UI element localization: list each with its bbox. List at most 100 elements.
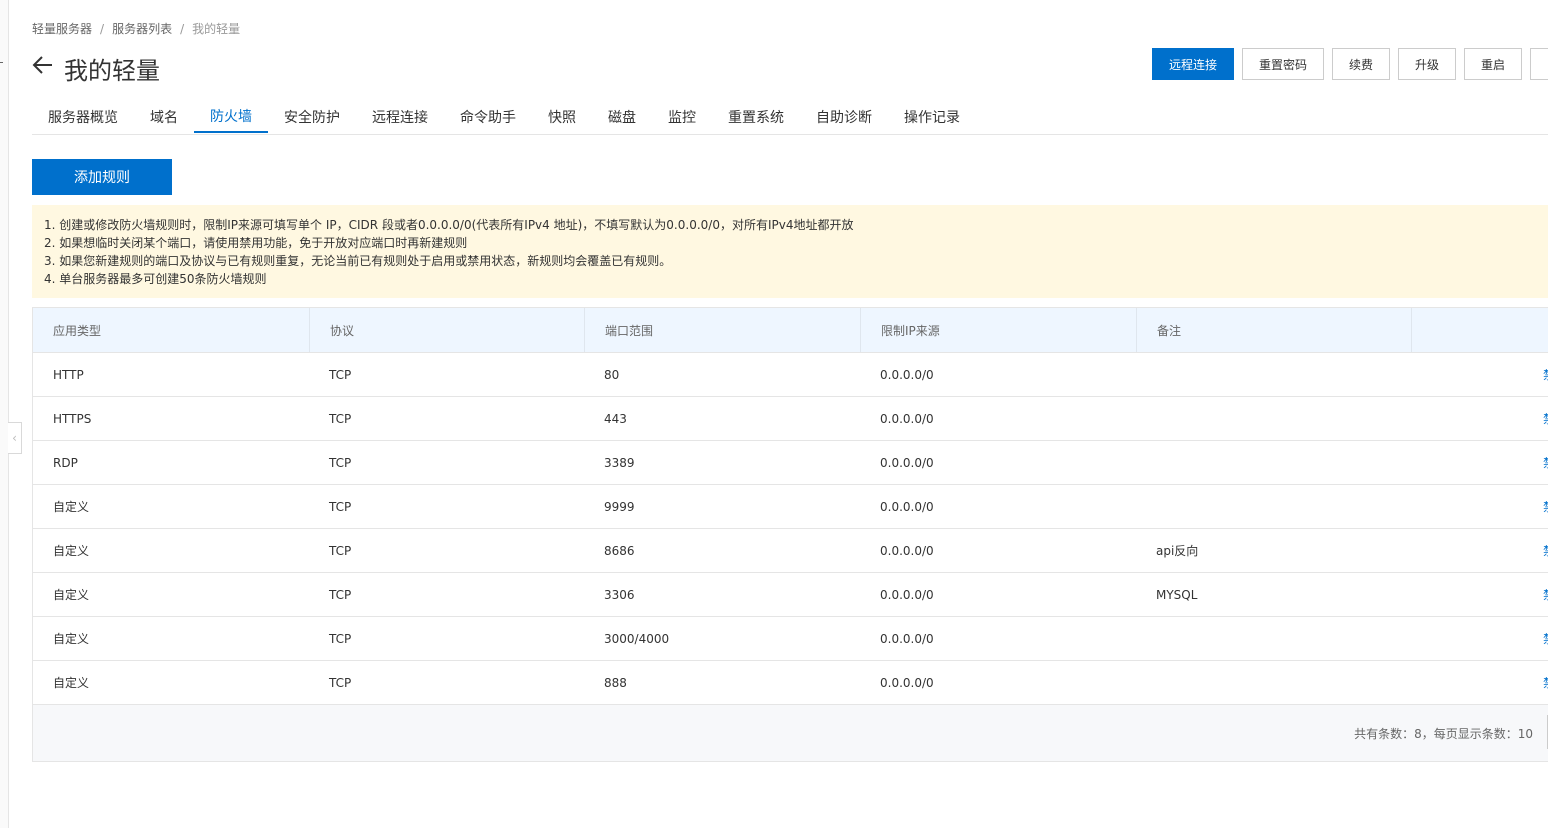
cell-note (1136, 397, 1156, 440)
row-disable-link[interactable]: 禁 (1543, 617, 1548, 660)
breadcrumb-separator: / (100, 22, 105, 36)
cell-app-type: HTTP (53, 367, 84, 382)
column-header-ip-source: 限制IP来源 (860, 308, 1136, 352)
cell-note (1136, 617, 1156, 660)
row-disable-link[interactable]: 禁 (1543, 485, 1548, 528)
cell-app-type: 自定义 (53, 632, 90, 646)
page-title: 我的轻量 (64, 57, 160, 85)
cell-protocol: TCP (329, 499, 352, 514)
remote-connect-button[interactable]: 远程连接 (1152, 48, 1234, 80)
row-disable-link[interactable]: 禁 (1543, 441, 1548, 484)
tab-disk[interactable]: 磁盘 (592, 100, 652, 133)
notice-line: 3. 如果您新建规则的端口及协议与已有规则重复，无论当前已有规则处于启用或禁用状… (44, 254, 672, 268)
column-header-protocol: 协议 (309, 308, 584, 352)
table-row: 自定义 TCP 9999 0.0.0.0/0 禁 (33, 485, 1548, 529)
table-body: HTTP TCP 80 0.0.0.0/0 禁 HTTPS TCP 443 0.0.0.0/0 禁… (33, 353, 1548, 705)
column-header-actions (1411, 308, 1548, 352)
tab-security[interactable]: 安全防护 (268, 100, 356, 133)
row-disable-link[interactable]: 禁 (1543, 397, 1548, 440)
cell-note (1136, 441, 1156, 484)
firewall-rules-table: 应用类型 协议 端口范围 限制IP来源 备注 HTTP TCP 80 0.0.0.0/… (32, 307, 1548, 762)
cell-ip-source: 0.0.0.0/0 (880, 631, 934, 646)
row-disable-link[interactable]: 禁 (1543, 529, 1548, 572)
cell-port-range: 9999 (604, 499, 635, 514)
column-header-note: 备注 (1136, 308, 1411, 352)
cell-port-range: 443 (604, 411, 627, 426)
notice-line: 1. 创建或修改防火墙规则时，限制IP来源可填写单个 IP，CIDR 段或者0.… (44, 218, 854, 232)
row-disable-link[interactable]: 禁 (1543, 573, 1548, 616)
table-row: 自定义 TCP 3000/4000 0.0.0.0/0 禁 (33, 617, 1548, 661)
table-row: 自定义 TCP 3306 0.0.0.0/0 MYSQL 禁 (33, 573, 1548, 617)
table-row: 自定义 TCP 8686 0.0.0.0/0 api反向 禁 (33, 529, 1548, 573)
cell-port-range: 3306 (604, 587, 635, 602)
reset-password-button[interactable]: 重置密码 (1242, 48, 1324, 80)
cell-port-range: 80 (604, 367, 620, 382)
tab-firewall[interactable]: 防火墙 (194, 100, 268, 133)
cell-note (1136, 661, 1156, 704)
cell-app-type: 自定义 (53, 544, 90, 558)
breadcrumb-item-lighthouse[interactable]: 轻量服务器 (32, 22, 92, 36)
renew-button[interactable]: 续费 (1332, 48, 1390, 80)
cell-ip-source: 0.0.0.0/0 (880, 367, 934, 382)
tab-operation-log[interactable]: 操作记录 (888, 100, 976, 133)
table-row: HTTPS TCP 443 0.0.0.0/0 禁 (33, 397, 1548, 441)
tab-bar: 服务器概览 域名 防火墙 安全防护 远程连接 命令助手 快照 磁盘 监控 重置系… (32, 100, 1548, 135)
column-header-port-range: 端口范围 (584, 308, 860, 352)
tab-domain[interactable]: 域名 (134, 100, 194, 133)
cell-note: MYSQL (1156, 587, 1198, 602)
tab-remote-connect[interactable]: 远程连接 (356, 100, 444, 133)
table-row: 自定义 TCP 888 0.0.0.0/0 禁 (33, 661, 1548, 705)
collapse-sidebar-handle[interactable]: ‹ (8, 422, 22, 454)
rail-tick (0, 62, 3, 63)
cell-protocol: TCP (329, 367, 352, 382)
cell-protocol: TCP (329, 675, 352, 690)
cell-ip-source: 0.0.0.0/0 (880, 499, 934, 514)
cell-note (1136, 485, 1156, 528)
table-footer: 共有条数：8，每页显示条数：10 (33, 705, 1548, 762)
tab-reset-system[interactable]: 重置系统 (712, 100, 800, 133)
left-rail (0, 0, 9, 828)
cell-port-range: 8686 (604, 543, 635, 558)
upgrade-button[interactable]: 升级 (1398, 48, 1456, 80)
notice-line: 2. 如果想临时关闭某个端口，请使用禁用功能，免于开放对应端口时再新建规则 (44, 236, 468, 250)
restart-button[interactable]: 重启 (1464, 48, 1522, 80)
table-header: 应用类型 协议 端口范围 限制IP来源 备注 (33, 308, 1548, 353)
cell-app-type: HTTPS (53, 411, 92, 426)
cell-app-type: RDP (53, 455, 78, 470)
notice-line: 4. 单台服务器最多可创建50条防火墙规则 (44, 272, 267, 286)
pagination-summary: 共有条数：8，每页显示条数：10 (1354, 726, 1533, 741)
cell-protocol: TCP (329, 411, 352, 426)
more-button[interactable] (1530, 48, 1548, 80)
row-disable-link[interactable]: 禁 (1543, 661, 1548, 704)
tab-command-assistant[interactable]: 命令助手 (444, 100, 532, 133)
table-row: RDP TCP 3389 0.0.0.0/0 禁 (33, 441, 1548, 485)
breadcrumb-item-server-list[interactable]: 服务器列表 (112, 22, 172, 36)
firewall-notice: 1. 创建或修改防火墙规则时，限制IP来源可填写单个 IP，CIDR 段或者0.… (32, 205, 1548, 298)
tab-monitoring[interactable]: 监控 (652, 100, 712, 133)
add-rule-button[interactable]: 添加规则 (32, 159, 172, 195)
column-header-app-type: 应用类型 (53, 323, 102, 338)
cell-port-range: 3000/4000 (604, 631, 670, 646)
cell-port-range: 888 (604, 675, 627, 690)
breadcrumb-item-current: 我的轻量 (192, 22, 241, 36)
cell-protocol: TCP (329, 543, 352, 558)
back-arrow-icon[interactable] (31, 54, 55, 76)
chevron-left-icon: ‹ (12, 431, 17, 445)
breadcrumb-separator: / (180, 22, 185, 36)
tab-snapshot[interactable]: 快照 (532, 100, 592, 133)
cell-ip-source: 0.0.0.0/0 (880, 675, 934, 690)
cell-ip-source: 0.0.0.0/0 (880, 543, 934, 558)
cell-note (1136, 353, 1156, 396)
cell-ip-source: 0.0.0.0/0 (880, 411, 934, 426)
row-disable-link[interactable]: 禁 (1543, 353, 1548, 396)
cell-ip-source: 0.0.0.0/0 (880, 587, 934, 602)
cell-app-type: 自定义 (53, 676, 90, 690)
tab-self-diagnosis[interactable]: 自助诊断 (800, 100, 888, 133)
breadcrumb: 轻量服务器 / 服务器列表 / 我的轻量 (32, 20, 240, 37)
cell-app-type: 自定义 (53, 500, 90, 514)
table-row: HTTP TCP 80 0.0.0.0/0 禁 (33, 353, 1548, 397)
tab-server-overview[interactable]: 服务器概览 (32, 100, 134, 133)
cell-app-type: 自定义 (53, 588, 90, 602)
cell-note: api反向 (1156, 544, 1199, 558)
cell-protocol: TCP (329, 455, 352, 470)
